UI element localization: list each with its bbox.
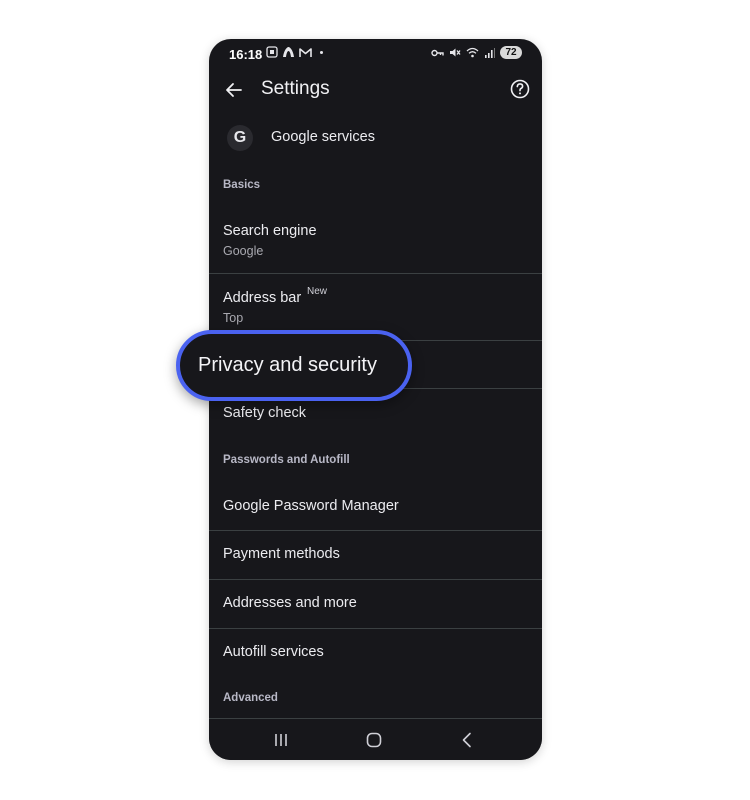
privacy-security-callout[interactable]: Privacy and security bbox=[176, 330, 412, 401]
vpn-key-icon bbox=[431, 49, 444, 56]
signal-icon bbox=[485, 47, 495, 58]
wifi-icon bbox=[466, 47, 479, 58]
divider bbox=[209, 273, 542, 274]
new-badge: New bbox=[307, 286, 328, 297]
page-title: Settings bbox=[261, 78, 330, 99]
address-bar-value: Top bbox=[223, 311, 244, 325]
payment-methods-item[interactable]: Payment methods bbox=[209, 531, 542, 579]
recent-apps-icon[interactable] bbox=[270, 729, 292, 751]
battery-indicator: 72 bbox=[500, 46, 522, 59]
autofill-services-item[interactable]: Autofill services bbox=[209, 629, 542, 677]
addresses-label: Addresses and more bbox=[223, 595, 357, 611]
page: 16:18 72 Settings G Google services Basi… bbox=[0, 0, 750, 800]
back-arrow-icon[interactable] bbox=[223, 79, 245, 101]
address-bar-label: Address bar bbox=[223, 290, 302, 306]
search-engine-value: Google bbox=[223, 244, 264, 258]
status-time: 16:18 bbox=[229, 47, 263, 62]
google-g-icon: G bbox=[227, 125, 253, 151]
autofill-services-label: Autofill services bbox=[223, 644, 324, 660]
password-manager-item[interactable]: Google Password Manager bbox=[209, 484, 542, 530]
addresses-item[interactable]: Addresses and more bbox=[209, 580, 542, 628]
search-engine-item[interactable]: Search engine Google bbox=[209, 214, 542, 272]
payment-methods-label: Payment methods bbox=[223, 546, 340, 562]
privacy-security-label: Privacy and security bbox=[198, 354, 377, 376]
mute-icon bbox=[450, 48, 461, 57]
screenshot-icon bbox=[266, 46, 278, 58]
help-icon[interactable] bbox=[509, 78, 531, 100]
nav-back-icon[interactable] bbox=[456, 729, 478, 751]
google-services-label: Google services bbox=[271, 129, 375, 145]
notification-dot bbox=[320, 50, 323, 54]
gmail-icon bbox=[299, 47, 312, 57]
app-icon bbox=[283, 47, 294, 57]
google-services-item[interactable]: G Google services bbox=[209, 119, 542, 159]
section-header-passwords: Passwords and Autofill bbox=[223, 454, 350, 466]
status-right-icons: 72 bbox=[431, 46, 522, 59]
status-bar: 16:18 72 bbox=[209, 39, 542, 69]
system-nav-bar bbox=[209, 719, 542, 760]
search-engine-label: Search engine bbox=[223, 223, 317, 239]
section-header-advanced: Advanced bbox=[223, 692, 278, 704]
section-header-basics: Basics bbox=[223, 179, 261, 191]
app-bar: Settings bbox=[209, 69, 542, 111]
safety-check-label: Safety check bbox=[223, 405, 307, 421]
status-left-icons bbox=[266, 46, 323, 58]
password-manager-label: Google Password Manager bbox=[223, 498, 399, 514]
home-icon[interactable] bbox=[363, 729, 385, 751]
